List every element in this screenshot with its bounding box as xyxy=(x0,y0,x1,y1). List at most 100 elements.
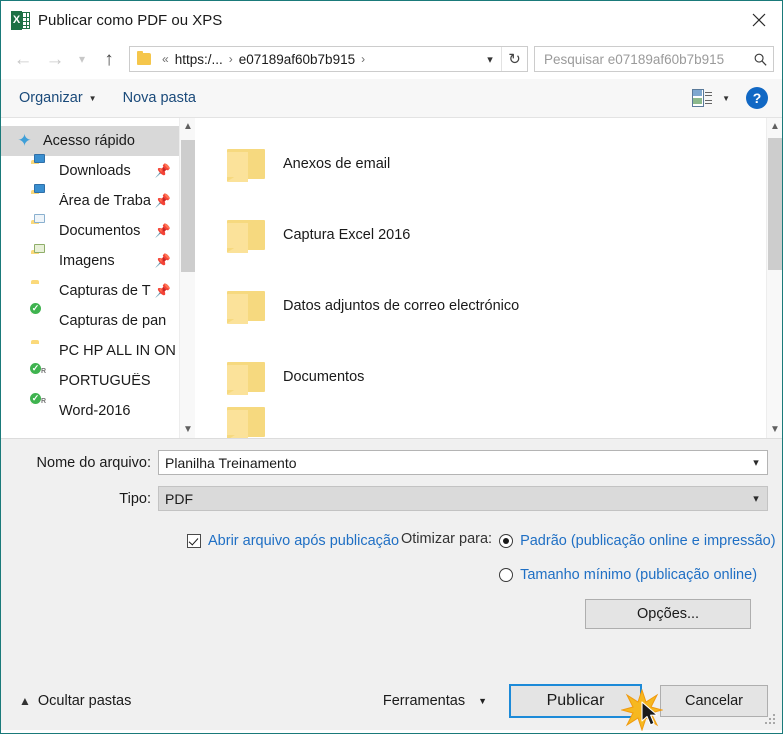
folder-synced-icon: ✓ xyxy=(29,302,50,329)
radio-icon[interactable] xyxy=(499,534,514,548)
forward-button[interactable]: → xyxy=(39,43,71,75)
sidebar-item-word-2016[interactable]: ✓ R Word-2016 xyxy=(1,392,179,426)
dialog-footer: ▲ Ocultar pastas Ferramentas ▼ Publicar … xyxy=(1,682,782,720)
optimize-option-standard[interactable]: Padrão (publicação online e impressão) xyxy=(499,531,782,551)
folder-icon xyxy=(227,290,265,324)
checkbox-icon[interactable] xyxy=(187,534,201,548)
file-list: Anexos de email Captura Excel 2016 Datos… xyxy=(195,118,766,438)
chevron-up-icon[interactable]: ▲ xyxy=(180,118,196,135)
chevron-up-icon: ▲ xyxy=(19,694,31,708)
filetype-value: PDF xyxy=(165,490,193,507)
view-layout-icon[interactable] xyxy=(692,89,713,107)
new-folder-label: Nova pasta xyxy=(122,90,196,106)
sidebar-item-area-de-trabalho[interactable]: Área de Traba 📌 xyxy=(1,184,179,216)
folder-icon xyxy=(137,51,151,65)
back-button[interactable]: ← xyxy=(7,43,39,75)
breadcrumb-segment-0[interactable]: https:/... xyxy=(174,52,224,67)
cancel-button[interactable]: Cancelar xyxy=(660,685,768,717)
optimize-group: Otimizar para: Padrão (publicação online… xyxy=(401,531,782,629)
list-item[interactable]: Documentos xyxy=(195,341,766,412)
optimize-option-label[interactable]: Padrão (publicação online e impressão) xyxy=(520,531,776,551)
folder-desktop-icon xyxy=(31,184,50,209)
sidebar-item-acesso-rapido[interactable]: ✦ Acesso rápido xyxy=(1,126,179,156)
resize-grip-icon[interactable] xyxy=(765,714,777,726)
folder-download-icon xyxy=(31,154,50,179)
address-bar[interactable]: « https:/... › e07189af60b7b915 › ▾ ↻ xyxy=(129,46,528,72)
sidebar-item-imagens[interactable]: Imagens 📌 xyxy=(1,244,179,276)
up-button[interactable]: ↑ xyxy=(93,43,125,75)
list-item[interactable]: Anexos de email xyxy=(195,128,766,199)
folder-icon xyxy=(31,283,50,299)
folder-icon xyxy=(227,407,265,438)
sidebar-item-downloads[interactable]: Downloads 📌 xyxy=(1,154,179,186)
options-button[interactable]: Opções... xyxy=(585,599,752,629)
address-dropdown-button[interactable]: ▾ xyxy=(479,47,501,71)
filetype-select[interactable]: PDF ▾ xyxy=(158,486,768,511)
view-options-chevron-down-icon[interactable]: ▼ xyxy=(722,94,730,103)
sidebar-item-portugues[interactable]: ✓ R PORTUGUÊS xyxy=(1,362,179,396)
open-after-publish-label[interactable]: Abrir arquivo após publicação xyxy=(208,531,399,551)
sidebar-item-capturas-de-pan[interactable]: ✓ Capturas de pan xyxy=(1,302,179,336)
filename-row: Nome do arquivo: Planilha Treinamento ▾ xyxy=(1,450,782,475)
organize-label: Organizar xyxy=(19,90,83,106)
new-folder-button[interactable]: Nova pasta xyxy=(123,90,196,106)
publish-button[interactable]: Publicar xyxy=(509,684,642,718)
window-title: Publicar como PDF ou XPS xyxy=(38,11,223,29)
filename-input[interactable]: Planilha Treinamento ▾ xyxy=(158,450,768,475)
publish-options: Abrir arquivo após publicação Otimizar p… xyxy=(1,531,782,629)
chevron-down-icon[interactable]: ▾ xyxy=(745,492,767,505)
filename-label: Nome do arquivo: xyxy=(36,454,151,471)
excel-icon: X xyxy=(11,10,30,30)
back-arrow-icon: ← xyxy=(13,48,33,70)
chevron-down-icon[interactable]: ▼ xyxy=(767,421,782,438)
search-input[interactable]: Pesquisar e07189af60b7b915 xyxy=(535,52,747,67)
sidebar-item-label: Capturas de pan xyxy=(59,313,167,329)
folder-icon xyxy=(31,343,50,359)
folder-icon xyxy=(227,148,265,182)
chevron-down-icon[interactable]: ▼ xyxy=(180,421,196,438)
hide-folders-button[interactable]: ▲ Ocultar pastas xyxy=(19,693,131,709)
sidebar-item-capturas-de-t[interactable]: Capturas de T 📌 xyxy=(1,276,179,306)
refresh-button[interactable]: ↻ xyxy=(501,47,527,71)
filetype-row: Tipo: PDF ▾ xyxy=(1,486,782,511)
sidebar-item-label: PORTUGUÊS xyxy=(59,373,151,389)
open-after-publish-checkbox-group[interactable]: Abrir arquivo após publicação xyxy=(187,531,401,629)
help-icon[interactable]: ? xyxy=(746,87,768,109)
tools-button[interactable]: Ferramentas ▼ xyxy=(383,693,487,709)
organize-button[interactable]: Organizar ▼ xyxy=(19,90,97,106)
hide-folders-label: Ocultar pastas xyxy=(37,693,132,709)
filename-value: Planilha Treinamento xyxy=(165,454,297,471)
pin-icon: 📌 xyxy=(154,283,171,298)
list-item[interactable]: Datos adjuntos de correo electrónico xyxy=(195,270,766,341)
address-overflow[interactable]: « xyxy=(157,52,174,66)
up-arrow-icon: ↑ xyxy=(104,48,114,70)
optimize-option-label[interactable]: Tamanho mínimo (publicação online) xyxy=(520,565,757,585)
sidebar-item-documentos[interactable]: Documentos 📌 xyxy=(1,214,179,246)
sidebar-item-label: Word-2016 xyxy=(59,403,131,419)
browser-body: ✦ Acesso rápido Downloads 📌 Área de Trab… xyxy=(1,118,782,438)
file-name: Documentos xyxy=(283,368,365,385)
sidebar-item-label: Imagens xyxy=(59,253,115,269)
sidebar-item-label: Área de Traba xyxy=(59,193,151,209)
title-bar: X Publicar como PDF ou XPS xyxy=(1,1,782,39)
sidebar-scrollbar[interactable]: ▲ ▼ xyxy=(179,118,195,438)
chevron-down-icon[interactable]: ▾ xyxy=(745,456,767,469)
breadcrumb-segment-1[interactable]: e07189af60b7b915 xyxy=(238,52,356,67)
list-item[interactable]: Captura Excel 2016 xyxy=(195,199,766,270)
chevron-up-icon[interactable]: ▲ xyxy=(767,118,782,135)
search-box[interactable]: Pesquisar e07189af60b7b915 xyxy=(534,46,774,72)
optimize-option-minimum[interactable]: Tamanho mínimo (publicação online) xyxy=(499,565,782,585)
sidebar-item-label: Acesso rápido xyxy=(43,133,135,149)
recent-locations-button[interactable]: ▾ xyxy=(71,43,93,75)
scrollbar-thumb[interactable] xyxy=(768,138,782,270)
close-button[interactable] xyxy=(736,1,782,39)
list-item[interactable] xyxy=(195,407,766,438)
file-list-scrollbar[interactable]: ▲ ▼ xyxy=(766,118,782,438)
radio-icon[interactable] xyxy=(499,568,514,582)
sidebar-item-pc-hp-all-in-one[interactable]: PC HP ALL IN ON xyxy=(1,336,179,366)
search-icon xyxy=(747,52,773,67)
scrollbar-thumb[interactable] xyxy=(181,140,195,272)
file-name: Anexos de email xyxy=(283,155,391,172)
navigation-pane: ✦ Acesso rápido Downloads 📌 Área de Trab… xyxy=(1,118,179,438)
folder-icon xyxy=(227,219,265,253)
